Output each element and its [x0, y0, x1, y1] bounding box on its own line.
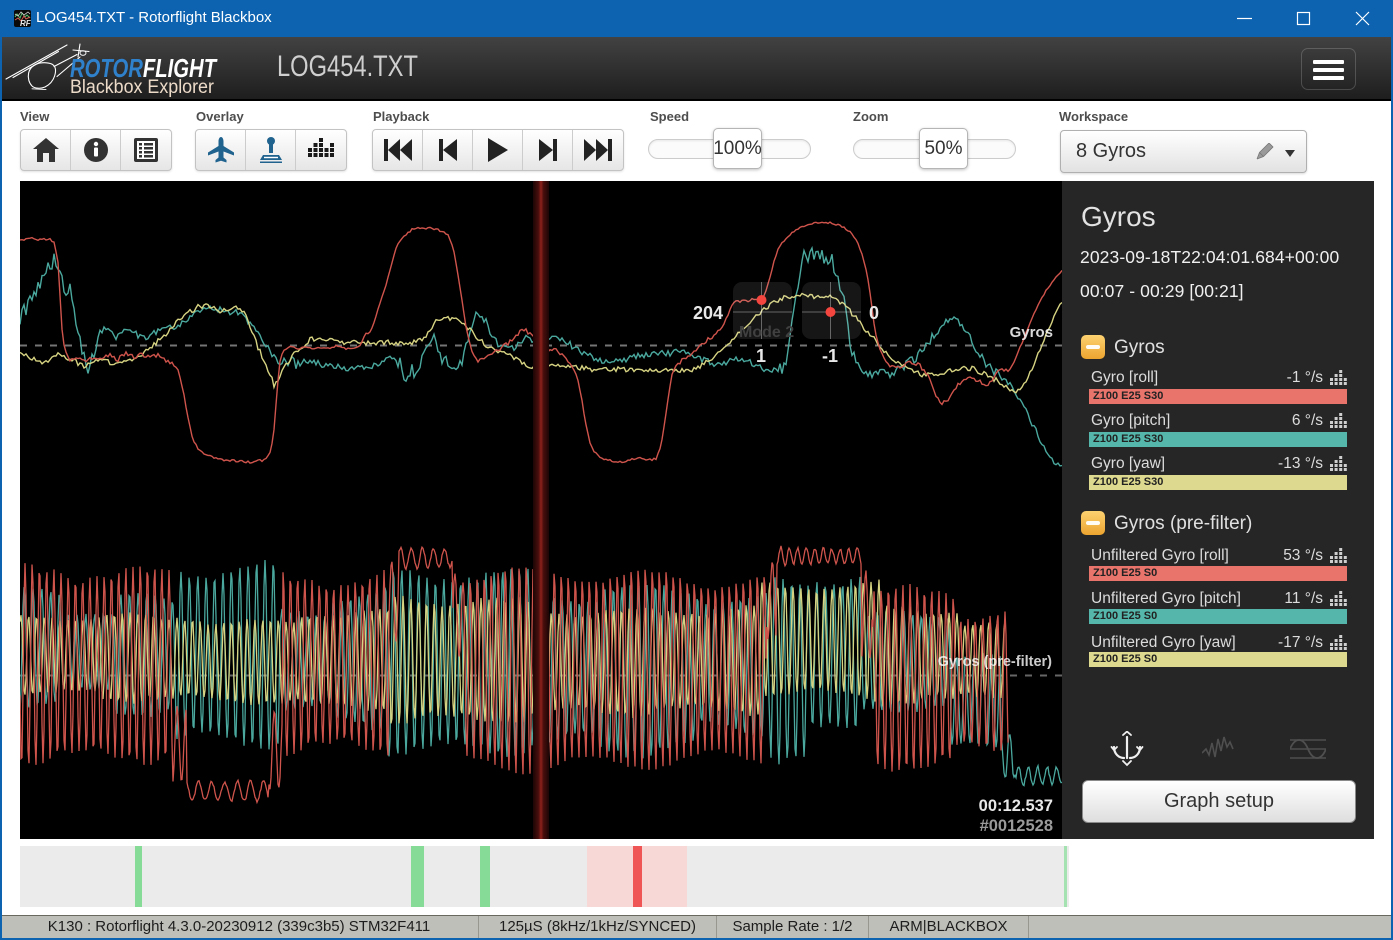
svg-text:Gyros: Gyros [1010, 324, 1053, 341]
svg-text:#0012528: #0012528 [980, 817, 1053, 835]
svg-text:-1: -1 [822, 346, 838, 366]
svg-text:204: 204 [693, 303, 723, 323]
svg-text:RF: RF [20, 19, 31, 27]
svg-text:00:12.537: 00:12.537 [979, 797, 1053, 815]
svg-text:Gyros (pre-filter): Gyros (pre-filter) [938, 654, 1053, 670]
svg-text:0: 0 [869, 303, 879, 323]
svg-text:Mode 2: Mode 2 [739, 324, 794, 341]
svg-text:1: 1 [756, 346, 766, 366]
